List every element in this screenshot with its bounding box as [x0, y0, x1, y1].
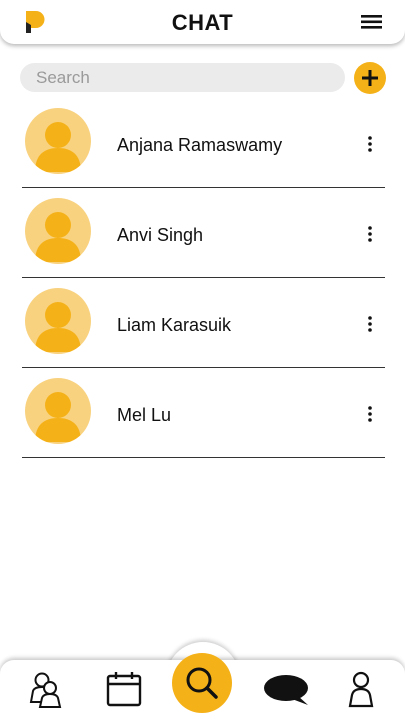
nav-search-button[interactable]: [172, 653, 232, 713]
user-avatar-icon: [25, 288, 91, 354]
users-icon: [29, 672, 62, 708]
contact-name: Liam Karasuik: [117, 315, 232, 335]
contact-name: Anjana Ramaswamy: [117, 135, 283, 155]
list-item[interactable]: Anjana Ramaswamy: [22, 98, 385, 188]
chat-bubble-icon: [264, 675, 308, 705]
user-avatar-icon: [25, 198, 91, 264]
more-vertical-icon[interactable]: [362, 134, 378, 154]
user-avatar-icon: [25, 378, 91, 444]
add-contact-button[interactable]: [354, 62, 386, 94]
search-bar: [20, 62, 390, 94]
top-app-bar: CHAT: [0, 0, 405, 44]
nav-friends-button[interactable]: [28, 670, 64, 710]
user-avatar-icon: [25, 108, 91, 174]
list-item[interactable]: Mel Lu: [22, 368, 385, 458]
calendar-icon: [106, 672, 142, 707]
contact-name: Anvi Singh: [117, 225, 204, 245]
nav-calendar-button[interactable]: [106, 670, 142, 708]
list-item[interactable]: Anvi Singh: [22, 188, 385, 278]
more-vertical-icon[interactable]: [362, 404, 378, 424]
plus-icon: [362, 70, 378, 86]
more-vertical-icon[interactable]: [362, 224, 378, 244]
nav-profile-button[interactable]: [346, 670, 376, 710]
contact-name: Mel Lu: [117, 405, 172, 425]
nav-chat-button[interactable]: [262, 672, 310, 708]
person-icon: [348, 671, 374, 708]
search-icon: [186, 667, 218, 699]
hamburger-menu-icon[interactable]: [360, 12, 384, 32]
more-vertical-icon[interactable]: [362, 314, 378, 334]
contact-list: Anjana Ramaswamy Anvi Singh Liam Karasui…: [22, 98, 385, 458]
page-title: CHAT: [171, 10, 234, 35]
list-item[interactable]: Liam Karasuik: [22, 278, 385, 368]
search-input[interactable]: [20, 63, 345, 92]
